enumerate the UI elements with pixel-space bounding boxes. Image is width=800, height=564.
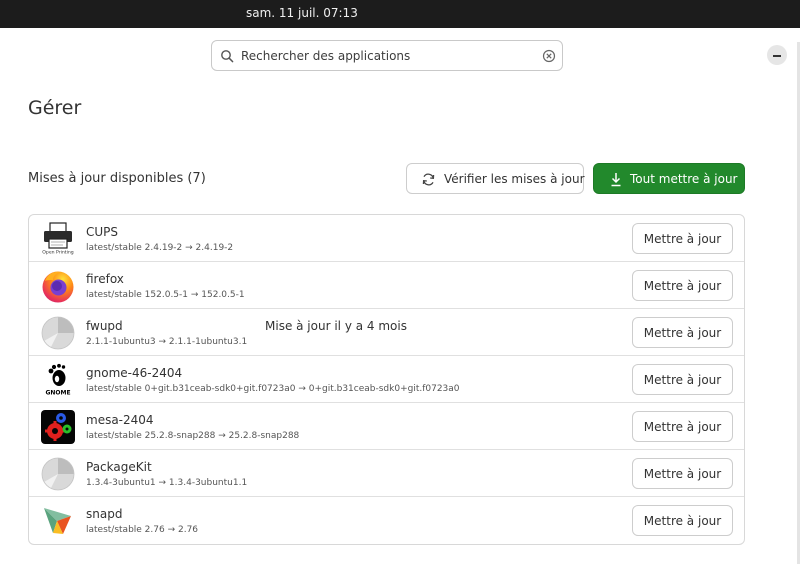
app-version: 1.3.4-3ubuntu1 → 1.3.4-3ubuntu1.1 [86,478,248,488]
update-button[interactable]: Mettre à jour [632,411,733,442]
list-item: PackageKit 1.3.4-3ubuntu1 → 1.3.4-3ubunt… [29,450,744,497]
download-icon [611,173,621,187]
app-name: gnome-46-2404 [86,366,183,380]
gnome-foot-icon: GNOME [41,363,75,397]
list-item: fwupd 2.1.1-1ubuntu3 → 2.1.1-1ubuntu3.1 … [29,309,744,356]
update-button[interactable]: Mettre à jour [632,458,733,489]
check-updates-button[interactable]: Vérifier les mises à jour [406,163,585,194]
app-name: fwupd [86,319,123,333]
update-button[interactable]: Mettre à jour [632,505,733,536]
app-name: firefox [86,272,124,286]
mesa-gears-icon [41,410,75,444]
search-icon [221,50,234,63]
app-window: Gérer Mises à jour disponibles (7) Vérif… [0,28,800,564]
check-updates-label: Vérifier les mises à jour [444,172,585,186]
update-button[interactable]: Mettre à jour [632,364,733,395]
list-item: mesa-2404 latest/stable 25.2.8-snap288 →… [29,403,744,450]
update-button[interactable]: Mettre à jour [632,270,733,301]
app-name: mesa-2404 [86,413,154,427]
app-name: PackageKit [86,460,152,474]
cups-openprinting-icon: Open Printing [42,222,74,256]
list-item: firefox latest/stable 152.0.5-1 → 152.0.… [29,262,744,309]
update-all-label: Tout mettre à jour [630,172,738,186]
search-input[interactable] [241,45,531,67]
app-version: latest/stable 0+git.b31ceab-sdk0+git.f07… [86,384,460,394]
update-all-button[interactable]: Tout mettre à jour [593,163,745,194]
app-name: snapd [86,507,123,521]
app-version: latest/stable 2.76 → 2.76 [86,525,199,535]
clock[interactable]: sam. 11 juil. 07:13 [246,6,358,20]
firefox-icon [42,271,74,303]
list-item: GNOME gnome-46-2404 latest/stable 0+git.… [29,356,744,403]
updates-heading: Mises à jour disponibles (7) [28,171,206,186]
page-title: Gérer [28,97,82,119]
app-version: 2.1.1-1ubuntu3 → 2.1.1-1ubuntu3.1 [86,337,248,347]
generic-package-icon [41,457,75,491]
app-note: Mise à jour il y a 4 mois [265,319,407,333]
header-bar [0,28,800,84]
generic-package-icon [41,316,75,350]
updates-list: Open Printing CUPS latest/stable 2.4.19-… [28,214,745,545]
gnome-logo-text: GNOME [45,390,70,397]
minimize-button[interactable] [767,45,787,65]
app-name: CUPS [86,225,119,239]
clear-icon[interactable] [542,49,556,63]
search-box[interactable] [211,40,563,71]
update-button[interactable]: Mettre à jour [632,223,733,254]
app-version: latest/stable 25.2.8-snap288 → 25.2.8-sn… [86,431,300,441]
update-button[interactable]: Mettre à jour [632,317,733,348]
openprinting-logo-text: Open Printing [42,250,73,256]
app-version: latest/stable 152.0.5-1 → 152.0.5-1 [86,290,245,300]
list-item: Open Printing CUPS latest/stable 2.4.19-… [29,215,744,262]
refresh-icon [422,173,435,186]
list-item: snapd latest/stable 2.76 → 2.76 Mettre à… [29,497,744,544]
snapcraft-bird-icon [44,508,71,534]
app-version: latest/stable 2.4.19-2 → 2.4.19-2 [86,243,234,253]
system-top-bar: sam. 11 juil. 07:13 [0,0,800,28]
